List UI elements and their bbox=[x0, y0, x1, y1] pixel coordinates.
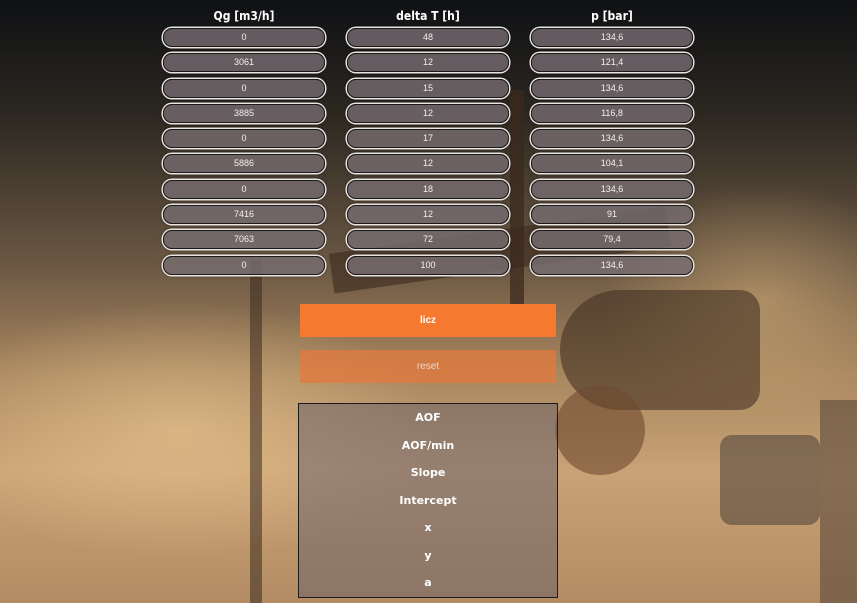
results-panel: AOF AOF/min Slope Intercept x y a bbox=[298, 403, 558, 598]
reset-button[interactable]: reset bbox=[300, 350, 556, 383]
pressure-input[interactable]: 134,6 bbox=[531, 28, 693, 47]
qg-input[interactable]: 0 bbox=[163, 28, 325, 47]
delta-t-input[interactable]: 15 bbox=[347, 79, 509, 98]
pressure-input[interactable]: 91 bbox=[531, 205, 693, 224]
qg-input[interactable]: 3885 bbox=[163, 104, 325, 123]
result-intercept: Intercept bbox=[399, 493, 457, 507]
delta-t-input[interactable]: 17 bbox=[347, 129, 509, 148]
pressure-input[interactable]: 79,4 bbox=[531, 230, 693, 249]
pressure-input[interactable]: 121,4 bbox=[531, 53, 693, 72]
qg-input[interactable]: 0 bbox=[163, 129, 325, 148]
delta-t-input[interactable]: 48 bbox=[347, 28, 509, 47]
pressure-input[interactable]: 116,8 bbox=[531, 104, 693, 123]
qg-input[interactable]: 0 bbox=[163, 180, 325, 199]
result-aof-min: AOF/min bbox=[401, 438, 455, 452]
qg-input[interactable]: 3061 bbox=[163, 53, 325, 72]
result-aof: AOF bbox=[415, 411, 441, 424]
qg-input[interactable]: 5886 bbox=[163, 154, 325, 173]
pressure-input[interactable]: 134,6 bbox=[531, 79, 693, 98]
pressure-input[interactable]: 134,6 bbox=[531, 256, 693, 275]
delta-t-input[interactable]: 12 bbox=[347, 53, 509, 72]
qg-input[interactable]: 7063 bbox=[163, 230, 325, 249]
delta-t-input[interactable]: 72 bbox=[347, 230, 509, 249]
pressure-input[interactable]: 134,6 bbox=[531, 129, 693, 148]
header-qg: Qg [m3/h] bbox=[213, 9, 275, 23]
delta-t-input[interactable]: 12 bbox=[347, 154, 509, 173]
qg-input[interactable]: 0 bbox=[163, 79, 325, 98]
calculate-button[interactable]: licz bbox=[300, 304, 556, 337]
pressure-input[interactable]: 134,6 bbox=[531, 180, 693, 199]
result-slope: Slope bbox=[410, 466, 446, 479]
qg-input[interactable]: 7416 bbox=[163, 205, 325, 224]
delta-t-input[interactable]: 100 bbox=[347, 256, 509, 275]
delta-t-input[interactable]: 18 bbox=[347, 180, 509, 199]
result-a: a bbox=[424, 576, 432, 589]
pressure-input[interactable]: 104,1 bbox=[531, 154, 693, 173]
delta-t-input[interactable]: 12 bbox=[347, 104, 509, 123]
header-delta-t: delta T [h] bbox=[396, 9, 460, 23]
result-x: x bbox=[424, 521, 432, 534]
qg-input[interactable]: 0 bbox=[163, 256, 325, 275]
result-y: y bbox=[424, 548, 432, 562]
header-pressure: p [bar] bbox=[591, 9, 633, 23]
delta-t-input[interactable]: 12 bbox=[347, 205, 509, 224]
